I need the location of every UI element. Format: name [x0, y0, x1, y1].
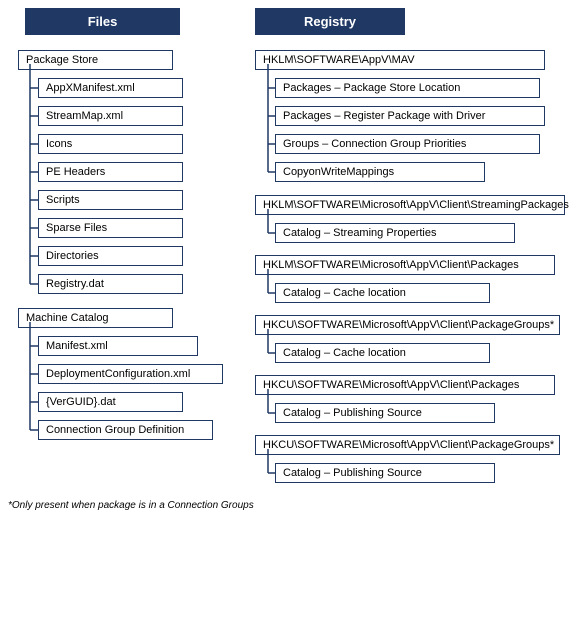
reg-sub-cache-location-2: Catalog – Cache location: [275, 343, 490, 363]
left-item-peheaders: PE Headers: [38, 162, 183, 182]
reg-sub-publishing-source-1: Catalog – Publishing Source: [275, 403, 495, 423]
reg-sub-register-package: Packages – Register Package with Driver: [275, 106, 545, 126]
reg-sub-publishing-source-2: Catalog – Publishing Source: [275, 463, 495, 483]
reg-hkcu-packages: HKCU\SOFTWARE\Microsoft\AppV\Client\Pack…: [255, 375, 555, 395]
reg-sub-copyonwrite: CopyonWriteMappings: [275, 162, 485, 182]
left-item-manifest: Manifest.xml: [38, 336, 198, 356]
reg-hklm-appv-mav: HKLM\SOFTWARE\AppV\MAV: [255, 50, 545, 70]
footnote: *Only present when package is in a Conne…: [8, 500, 254, 511]
left-item-streammap: StreamMap.xml: [38, 106, 183, 126]
reg-hklm-streaming: HKLM\SOFTWARE\Microsoft\AppV\Client\Stre…: [255, 195, 565, 215]
left-item-verguid: {VerGUID}.dat: [38, 392, 183, 412]
left-item-sparsefiles: Sparse Files: [38, 218, 183, 238]
left-item-directories: Directories: [38, 246, 183, 266]
left-item-appxmanifest: AppXManifest.xml: [38, 78, 183, 98]
reg-hkcu-packagegroups-2: HKCU\SOFTWARE\Microsoft\AppV\Client\Pack…: [255, 435, 560, 455]
left-item-deploymentconfig: DeploymentConfiguration.xml: [38, 364, 223, 384]
left-item-scripts: Scripts: [38, 190, 183, 210]
machine-catalog-label: Machine Catalog: [18, 308, 173, 328]
left-item-icons: Icons: [38, 134, 183, 154]
package-store-label: Package Store: [18, 50, 173, 70]
reg-sub-package-store: Packages – Package Store Location: [275, 78, 540, 98]
left-item-connection-group: Connection Group Definition: [38, 420, 213, 440]
reg-sub-connection-group-priorities: Groups – Connection Group Priorities: [275, 134, 540, 154]
diagram-canvas: Files Registry Package Store AppXManifes…: [0, 0, 574, 620]
left-item-registrydat: Registry.dat: [38, 274, 183, 294]
reg-hklm-packages: HKLM\SOFTWARE\Microsoft\AppV\Client\Pack…: [255, 255, 555, 275]
reg-hkcu-packagegroups-1: HKCU\SOFTWARE\Microsoft\AppV\Client\Pack…: [255, 315, 560, 335]
reg-sub-cache-location-1: Catalog – Cache location: [275, 283, 490, 303]
registry-header: Registry: [255, 8, 405, 35]
files-header: Files: [25, 8, 180, 35]
reg-sub-streaming-props: Catalog – Streaming Properties: [275, 223, 515, 243]
